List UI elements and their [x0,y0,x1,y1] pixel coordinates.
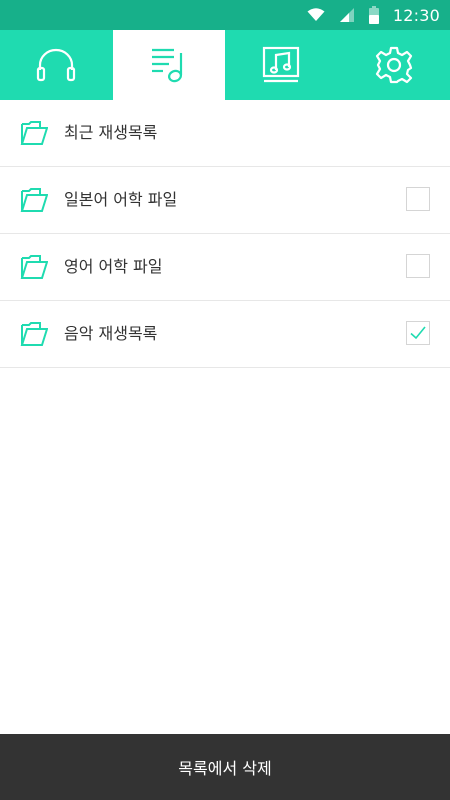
list-item-label: 음악 재생목록 [64,324,158,343]
tab-bar [0,30,450,100]
list-item[interactable]: 음악 재생목록 [0,301,450,368]
headphones-icon [36,48,76,82]
list-item-label: 최근 재생목록 [64,123,158,142]
signal-icon [339,7,355,23]
status-icons: 12:30 [307,0,440,30]
tab-settings[interactable] [338,30,450,100]
folder-icon [20,321,49,351]
playlist-icon [149,45,189,85]
checkmark-icon [410,326,426,340]
gear-icon [374,45,414,85]
select-checkbox[interactable] [406,254,430,278]
remove-from-list-button[interactable]: 목록에서 삭제 [0,734,450,800]
folder-icon [20,254,49,284]
playlist-list: 최근 재생목록 일본어 어학 파일 영어 어학 파일 음악 재생목록 [0,100,450,368]
list-item[interactable]: 영어 어학 파일 [0,234,450,301]
list-item[interactable]: 일본어 어학 파일 [0,167,450,234]
battery-icon [368,6,379,24]
select-checkbox[interactable] [406,187,430,211]
list-item-label: 일본어 어학 파일 [64,190,178,209]
music-album-icon [261,46,301,84]
status-bar: 12:30 [0,0,450,30]
remove-from-list-label: 목록에서 삭제 [178,759,272,778]
tab-album[interactable] [225,30,338,100]
list-item[interactable]: 최근 재생목록 [0,100,450,167]
tab-player[interactable] [0,30,113,100]
folder-icon [20,187,49,217]
wifi-icon [307,8,325,22]
list-item-label: 영어 어학 파일 [64,257,163,276]
clock: 12:30 [392,5,440,25]
tab-playlist[interactable] [112,30,225,100]
select-checkbox-checked[interactable] [406,321,430,345]
folder-icon [20,120,49,150]
